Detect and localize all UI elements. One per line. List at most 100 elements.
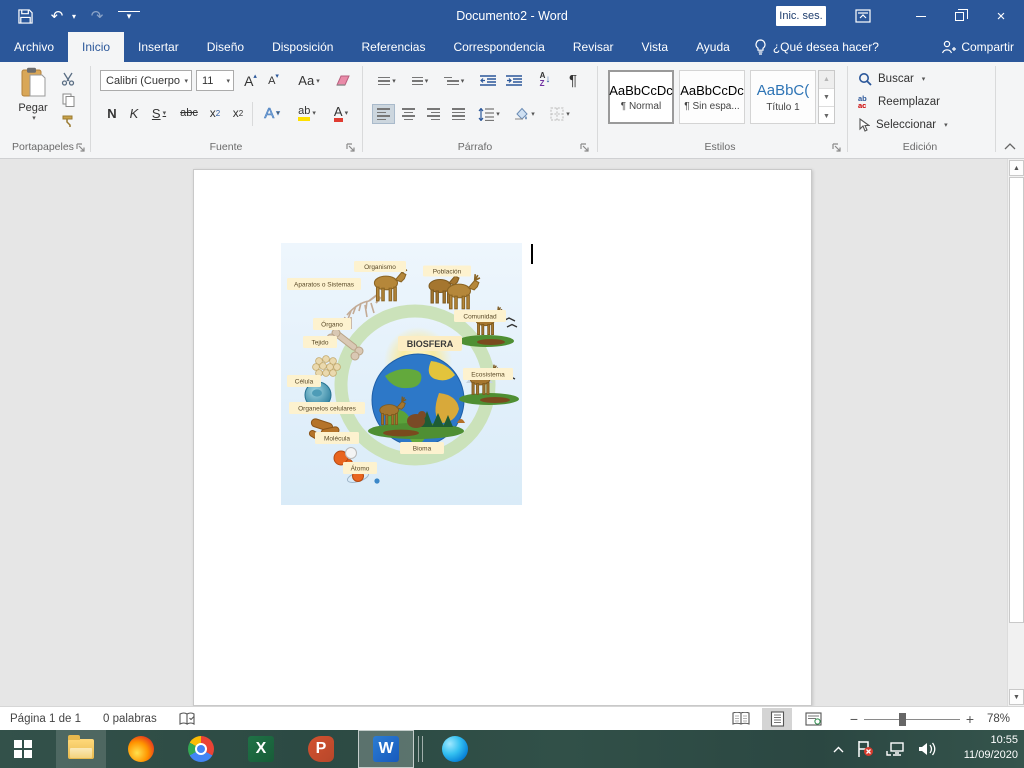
font-color-button[interactable]: A ▾ — [326, 102, 356, 124]
font-size-combobox[interactable]: 11 ▾ — [196, 70, 234, 91]
underline-button[interactable]: S▾ — [145, 102, 173, 124]
align-center-button[interactable] — [397, 104, 420, 124]
styles-gallery-more-icon[interactable]: ▼ — [819, 107, 834, 125]
change-case-button[interactable]: Aa▾ — [292, 70, 326, 91]
italic-button[interactable]: K — [124, 102, 144, 124]
taskbar-powerpoint[interactable]: P — [294, 730, 348, 768]
title-bar[interactable]: ↶ ▾ ↷ ▾ Documento2 - Word Inic. ses. × — [0, 0, 1024, 32]
sort-button[interactable]: AZ ↓ — [532, 69, 558, 91]
taskbar-word[interactable]: W — [358, 730, 414, 768]
strikethrough-button[interactable]: abc — [176, 102, 202, 124]
print-layout-button[interactable] — [762, 708, 792, 730]
styles-dialog-launcher-icon[interactable] — [832, 143, 842, 153]
zoom-slider-thumb[interactable] — [899, 713, 906, 726]
save-icon[interactable] — [14, 5, 36, 27]
zoom-in-button[interactable]: + — [966, 707, 974, 731]
tab-disposicion[interactable]: Disposición — [258, 32, 347, 62]
superscript-button[interactable]: x2 — [227, 102, 249, 124]
style-no-spacing[interactable]: AaBbCcDc ¶ Sin espa... — [679, 70, 745, 124]
cut-button[interactable] — [58, 70, 78, 88]
bold-button[interactable]: N — [102, 102, 122, 124]
taskbar-excel[interactable]: X — [234, 730, 288, 768]
proofing-icon[interactable] — [179, 712, 196, 727]
minimize-button[interactable] — [906, 0, 936, 32]
paste-button[interactable]: Pegar ▾ — [10, 67, 56, 137]
shading-button[interactable]: ▾ — [508, 104, 540, 124]
font-name-combobox[interactable]: Calibri (Cuerpo ▾ — [100, 70, 192, 91]
tab-revisar[interactable]: Revisar — [559, 32, 628, 62]
start-button[interactable] — [0, 730, 46, 768]
network-icon[interactable] — [886, 741, 906, 757]
share-button[interactable]: Compartir — [941, 32, 1014, 62]
decrease-indent-button[interactable] — [476, 71, 500, 91]
styles-scroll-down-icon[interactable]: ▼ — [819, 89, 834, 107]
ribbon-display-options-icon[interactable] — [848, 0, 878, 32]
select-button[interactable]: Seleccionar ▾ — [858, 118, 948, 132]
subscript-button[interactable]: x2 — [204, 102, 226, 124]
tray-expand-icon[interactable] — [833, 746, 844, 753]
tab-insertar[interactable]: Insertar — [124, 32, 193, 62]
volume-icon[interactable] — [918, 741, 936, 757]
align-right-button[interactable] — [422, 104, 445, 124]
taskbar-file-explorer[interactable] — [56, 730, 106, 768]
taskbar-edge[interactable] — [428, 730, 482, 768]
action-center-flag-icon[interactable] — [856, 740, 874, 758]
undo-dropdown-arrow-icon[interactable]: ▾ — [72, 12, 76, 21]
scrollbar-up-icon[interactable]: ▲ — [1009, 160, 1024, 176]
align-left-button[interactable] — [372, 104, 395, 124]
collapse-ribbon-button[interactable] — [1004, 142, 1016, 153]
find-button[interactable]: Buscar ▾ — [858, 72, 925, 86]
styles-scroll-up-icon[interactable]: ▲ — [819, 71, 834, 89]
zoom-out-button[interactable]: − — [850, 707, 858, 731]
shrink-font-button[interactable]: A▾ — [263, 70, 284, 91]
font-dialog-launcher-icon[interactable] — [346, 143, 356, 153]
customize-qat-icon[interactable]: ▾ — [118, 11, 140, 21]
tab-archivo[interactable]: Archivo — [0, 32, 68, 62]
clear-formatting-button[interactable] — [332, 70, 354, 91]
zoom-level[interactable]: 78% — [987, 707, 1010, 731]
sign-in-button[interactable]: Inic. ses. — [776, 6, 826, 26]
page-count[interactable]: Página 1 de 1 — [10, 713, 81, 725]
tab-inicio[interactable]: Inicio — [68, 32, 124, 62]
scrollbar-down-icon[interactable]: ▼ — [1009, 689, 1024, 705]
zoom-slider-track[interactable] — [864, 719, 960, 720]
redo-button[interactable]: ↷ — [86, 5, 108, 27]
tab-correspondencia[interactable]: Correspondencia — [439, 32, 558, 62]
taskbar-chrome[interactable] — [174, 730, 228, 768]
restore-button[interactable] — [944, 0, 974, 32]
text-effects-button[interactable]: A▾ — [256, 102, 288, 124]
tab-referencias[interactable]: Referencias — [347, 32, 439, 62]
close-button[interactable]: × — [986, 0, 1016, 32]
grow-font-button[interactable]: A▴ — [240, 70, 261, 91]
find-label: Buscar — [878, 73, 914, 85]
multilevel-list-button[interactable]: ▾ — [438, 71, 470, 91]
replace-button[interactable]: ab ac Reemplazar — [858, 95, 940, 109]
numbering-button[interactable]: ▾ — [405, 71, 435, 91]
biosfera-figure[interactable]: Organismo Población Aparatos o Sistemas … — [281, 243, 522, 505]
show-marks-button[interactable]: ¶ — [562, 69, 584, 91]
style-normal[interactable]: AaBbCcDc ¶ Normal — [608, 70, 674, 124]
tell-me-box[interactable]: ¿Qué desea hacer? — [744, 32, 889, 62]
tab-diseno[interactable]: Diseño — [193, 32, 258, 62]
word-count[interactable]: 0 palabras — [103, 713, 157, 725]
borders-button[interactable]: ▾ — [544, 104, 576, 124]
web-layout-button[interactable] — [798, 708, 828, 730]
bullets-button[interactable]: ▾ — [372, 71, 402, 91]
style-heading1[interactable]: AaBbC( Título 1 — [750, 70, 816, 124]
format-painter-button[interactable] — [58, 112, 78, 130]
line-spacing-button[interactable]: ▾ — [474, 104, 504, 124]
vertical-scrollbar[interactable]: ▲ ▼ — [1007, 159, 1024, 706]
copy-button[interactable] — [58, 91, 78, 109]
taskbar-firefox[interactable] — [114, 730, 168, 768]
tab-ayuda[interactable]: Ayuda — [682, 32, 744, 62]
taskbar-clock[interactable]: 10:55 11/09/2020 — [940, 733, 1018, 763]
justify-button[interactable] — [447, 104, 470, 124]
read-mode-button[interactable] — [726, 708, 756, 730]
clipboard-dialog-launcher-icon[interactable] — [76, 143, 86, 153]
increase-indent-button[interactable] — [502, 71, 526, 91]
highlight-button[interactable]: ab ▾ — [290, 102, 324, 124]
scrollbar-thumb[interactable] — [1009, 177, 1024, 623]
undo-button[interactable]: ↶ — [46, 5, 68, 27]
tab-vista[interactable]: Vista — [628, 32, 682, 62]
paragraph-dialog-launcher-icon[interactable] — [580, 143, 590, 153]
